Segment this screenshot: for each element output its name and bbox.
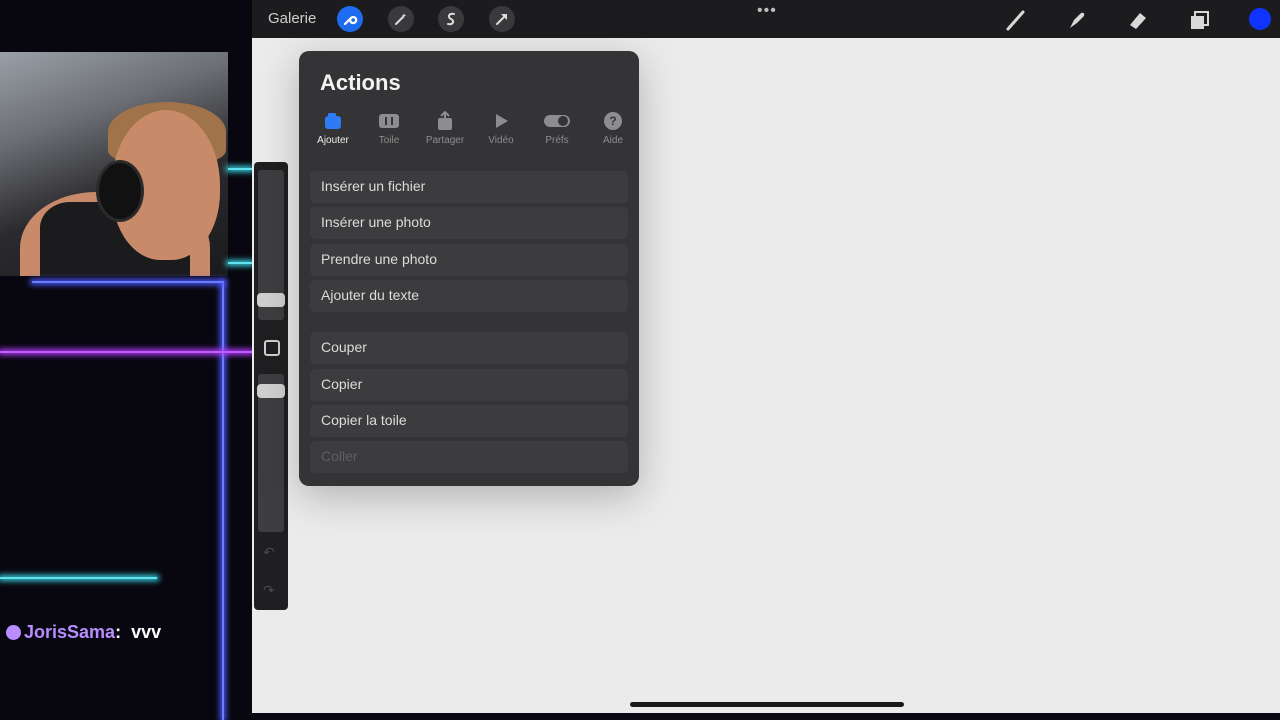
tab-label: Préfs [545, 135, 569, 146]
play-icon [473, 109, 529, 133]
brush-icon[interactable] [1003, 7, 1029, 33]
neon-line-vertical [222, 282, 224, 720]
tab-label: Ajouter [317, 135, 349, 146]
eraser-icon[interactable] [1125, 7, 1151, 33]
item-label: Couper [321, 339, 367, 355]
tab-video[interactable]: Vidéo [473, 109, 529, 146]
add-icon [305, 109, 361, 133]
add-text-item[interactable]: Ajouter du texte [310, 280, 628, 312]
tab-label: Vidéo [488, 135, 514, 146]
tab-label: Aide [602, 135, 623, 146]
magic-wand-icon[interactable] [388, 6, 414, 32]
item-label: Copier [321, 376, 363, 392]
svg-text:?: ? [609, 114, 616, 128]
chat-separator: : [115, 622, 122, 642]
help-icon: ? [585, 109, 641, 133]
smudge-icon[interactable] [1064, 7, 1090, 33]
take-photo-item[interactable]: Prendre une photo [310, 244, 628, 276]
neon-line-purple [0, 351, 252, 353]
tab-toile[interactable]: Toile [361, 109, 417, 146]
redo-icon[interactable]: ↷ [263, 582, 275, 599]
modify-button[interactable] [264, 340, 280, 356]
top-toolbar: Galerie ••• [252, 0, 1280, 38]
procreate-app: Galerie ••• ↶ ↷ Actions Ajouter Toile Pa… [252, 0, 1280, 720]
opacity-thumb[interactable] [257, 384, 285, 398]
tab-label: Partager [425, 135, 465, 146]
panel-title: Actions [320, 70, 401, 95]
tab-ajouter[interactable]: Ajouter [305, 109, 361, 146]
paste-item: Coller [310, 441, 628, 473]
selection-icon[interactable] [438, 6, 464, 32]
bottom-strip [252, 713, 1280, 720]
toggle-icon [529, 109, 585, 133]
item-label: Copier la toile [321, 412, 407, 428]
item-label: Coller [321, 448, 358, 464]
stream-overlay: JorisSama: vvv [0, 0, 252, 720]
more-options-icon[interactable]: ••• [757, 2, 777, 20]
chat-message: JorisSama: vvv [6, 622, 161, 643]
item-label: Prendre une photo [321, 251, 437, 267]
canvas-icon [361, 109, 417, 133]
brush-size-thumb[interactable] [257, 293, 285, 307]
actions-tabs: Ajouter Toile Partager Vidéo Préfs ? Aid… [305, 109, 633, 149]
copy-canvas-item[interactable]: Copier la toile [310, 405, 628, 437]
tab-partager[interactable]: Partager [417, 109, 473, 146]
share-icon [417, 109, 473, 133]
cut-item[interactable]: Couper [310, 332, 628, 364]
home-indicator[interactable] [630, 702, 904, 707]
insert-photo-item[interactable]: Insérer une photo [310, 207, 628, 239]
tab-prefs[interactable]: Préfs [529, 109, 585, 146]
color-picker-swatch[interactable] [1249, 8, 1271, 30]
neon-line-cyan-short [228, 168, 252, 170]
tab-label: Toile [378, 135, 400, 146]
layers-icon[interactable] [1186, 7, 1212, 33]
webcam-feed [0, 52, 228, 276]
copy-item[interactable]: Copier [310, 369, 628, 401]
item-label: Ajouter du texte [321, 287, 420, 303]
item-label: Insérer une photo [321, 214, 431, 230]
actions-panel: Actions Ajouter Toile Partager Vidéo Pré… [299, 51, 639, 486]
neon-line-cyan [0, 577, 157, 579]
left-sidebar: ↶ ↷ [254, 162, 288, 610]
gallery-button[interactable]: Galerie [268, 10, 316, 27]
item-label: Insérer un fichier [321, 178, 426, 194]
tab-aide[interactable]: ? Aide [585, 109, 641, 146]
wrench-icon[interactable] [337, 6, 363, 32]
chat-text: vvv [131, 622, 162, 642]
neon-line-cyan-short-2 [228, 262, 252, 264]
insert-file-item[interactable]: Insérer un fichier [310, 171, 628, 203]
chat-badge-icon [6, 625, 21, 640]
transform-arrow-icon[interactable] [489, 6, 515, 32]
neon-line-top [32, 281, 224, 283]
undo-icon[interactable]: ↶ [263, 544, 275, 561]
chat-username: JorisSama [24, 622, 116, 642]
headphone-icon [96, 160, 144, 222]
